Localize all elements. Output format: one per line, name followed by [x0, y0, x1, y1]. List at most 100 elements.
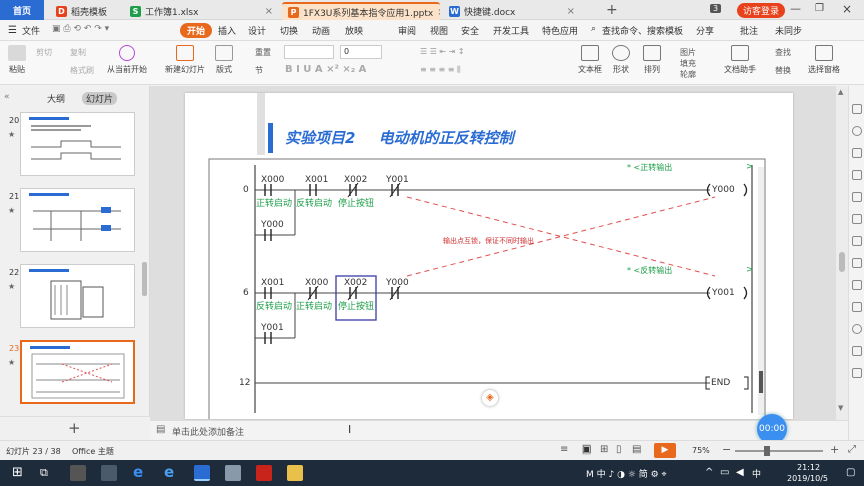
- settings-icon[interactable]: [852, 368, 862, 378]
- tab-review[interactable]: 审阅: [398, 24, 416, 37]
- style-icon[interactable]: [852, 148, 862, 158]
- image-icon[interactable]: [852, 258, 862, 268]
- windows-start-icon[interactable]: ⊞: [12, 465, 23, 480]
- paragraph-icons[interactable]: ☰ ☰ ⇤ ⇥ ↕: [420, 47, 465, 56]
- ime-toolbar[interactable]: M 中 ♪ ◑ ☼ 简 ⚙ ⌖: [586, 467, 667, 480]
- help-icon[interactable]: [852, 324, 862, 334]
- task-view-icon[interactable]: ⧉: [40, 466, 48, 480]
- zoom-slider-handle[interactable]: [764, 446, 770, 456]
- find-button[interactable]: 查找: [775, 47, 791, 58]
- share-icon[interactable]: [852, 346, 862, 356]
- animation-icon[interactable]: [852, 126, 862, 136]
- play-slideshow-button[interactable]: ▶: [654, 443, 676, 458]
- tab-slideshow[interactable]: 放映: [345, 24, 363, 37]
- login-button[interactable]: 访客登录: [737, 3, 786, 18]
- cut-button[interactable]: 剪切: [36, 47, 52, 58]
- new-tab-icon[interactable]: +: [606, 2, 618, 18]
- sync-button[interactable]: 未同步: [775, 24, 802, 37]
- font-family-select[interactable]: [284, 45, 334, 59]
- collapse-icon[interactable]: «: [4, 92, 10, 102]
- tab-pptx[interactable]: P 1FX3U系列基本指令应用1.pptx ×: [282, 2, 440, 20]
- outline-button[interactable]: 轮廓: [680, 69, 696, 80]
- ie-icon[interactable]: e: [164, 463, 174, 481]
- zoom-out-icon[interactable]: −: [722, 443, 731, 456]
- zoom-slider[interactable]: [735, 450, 823, 452]
- canvas-scroll-thumb[interactable]: [839, 252, 845, 272]
- add-slide-button[interactable]: +: [68, 419, 81, 437]
- arrange-button[interactable]: 排列: [643, 45, 661, 75]
- minimize-icon[interactable]: —: [790, 2, 801, 15]
- close-icon[interactable]: ×: [567, 6, 575, 17]
- slide-thumbnail-21[interactable]: [20, 188, 135, 252]
- reading-view-icon[interactable]: ▯: [616, 444, 622, 455]
- property-icon[interactable]: [852, 104, 862, 114]
- tray-chevron-icon[interactable]: ^: [705, 467, 713, 478]
- tab-home[interactable]: 开始: [180, 23, 213, 38]
- slide-thumbnail-22[interactable]: [20, 264, 135, 328]
- slide-sorter-icon[interactable]: ⊞: [600, 444, 608, 455]
- command-search[interactable]: 查找命令、搜索模板: [602, 24, 683, 37]
- tab-view[interactable]: 视图: [430, 24, 448, 37]
- layout-button[interactable]: 版式: [215, 45, 233, 75]
- transition-icon[interactable]: [852, 192, 862, 202]
- magic-icon[interactable]: [852, 170, 862, 180]
- notes-placeholder[interactable]: 单击此处添加备注: [172, 425, 244, 438]
- diagram-scroll-thumb[interactable]: [759, 371, 763, 393]
- bold-icon[interactable]: B I U A ×² ×₂ A: [285, 64, 366, 75]
- menu-icon[interactable]: ☰: [8, 25, 17, 36]
- textbox-button[interactable]: 文本框: [578, 45, 602, 75]
- tab-developer[interactable]: 开发工具: [493, 24, 529, 37]
- font-size-select[interactable]: 0: [340, 45, 382, 59]
- window-close-icon[interactable]: ×: [842, 2, 852, 16]
- tab-docx[interactable]: W 快捷键.docx ×: [443, 2, 581, 20]
- align-icons[interactable]: ≡ ≡ ≡ ≡ ⫼: [420, 65, 461, 75]
- picture-button[interactable]: 图片: [680, 47, 696, 58]
- panel-scrollbar[interactable]: [142, 262, 147, 296]
- backup-icon[interactable]: [852, 302, 862, 312]
- share-button[interactable]: 分享: [696, 24, 714, 37]
- table-icon[interactable]: [852, 214, 862, 224]
- quick-access-icons[interactable]: ▣ ⎙ ⟲ ↶ ↷ ▾: [52, 24, 109, 34]
- zoom-level[interactable]: 75%: [692, 446, 710, 455]
- plc-software-icon[interactable]: [256, 465, 272, 481]
- comment-button[interactable]: 批注: [740, 24, 758, 37]
- volume-icon[interactable]: ◀: [736, 467, 744, 478]
- doc-assistant-button[interactable]: 文档助手: [724, 45, 756, 75]
- shape-button[interactable]: 形状: [612, 45, 630, 75]
- play-from-current-button[interactable]: 从当前开始: [107, 45, 147, 75]
- replace-button[interactable]: 替换: [775, 65, 791, 76]
- format-painter-button[interactable]: 格式刷: [70, 65, 94, 76]
- home-tab[interactable]: 首页: [0, 0, 44, 20]
- maximize-icon[interactable]: ❐: [815, 3, 824, 14]
- tab-daoke[interactable]: D 稻壳模板: [50, 2, 122, 20]
- folder-icon[interactable]: [287, 465, 303, 481]
- fill-button[interactable]: 填充: [680, 58, 696, 69]
- tab-slides[interactable]: 幻灯片: [82, 92, 118, 105]
- normal-view-icon[interactable]: ▣: [582, 444, 592, 455]
- copy-button[interactable]: 复制: [70, 47, 86, 58]
- tab-workbook[interactable]: S 工作簿1.xlsx ×: [124, 2, 279, 20]
- tab-animation[interactable]: 动画: [312, 24, 330, 37]
- scroll-up-icon[interactable]: ▲: [838, 88, 843, 96]
- tab-outline[interactable]: 大纲: [47, 92, 65, 105]
- tab-insert[interactable]: 插入: [218, 24, 236, 37]
- shape-lib-icon[interactable]: [852, 280, 862, 290]
- section-button[interactable]: 节: [255, 65, 263, 76]
- wps-writer-icon[interactable]: [194, 465, 210, 481]
- notes-bar[interactable]: ▤ 单击此处添加备注 I: [150, 420, 848, 440]
- tab-transition[interactable]: 切换: [280, 24, 298, 37]
- notes-toggle-icon[interactable]: ≡: [560, 444, 568, 455]
- tab-file[interactable]: 文件: [22, 24, 40, 37]
- fit-window-icon[interactable]: ⤢: [848, 444, 856, 455]
- notes-page-icon[interactable]: ▤: [632, 444, 641, 455]
- edge-icon[interactable]: e: [133, 463, 143, 481]
- tab-security[interactable]: 安全: [461, 24, 479, 37]
- scroll-down-icon[interactable]: ▼: [838, 404, 843, 412]
- new-slide-button[interactable]: 新建幻灯片: [165, 45, 205, 75]
- tab-design[interactable]: 设计: [248, 24, 266, 37]
- tab-features[interactable]: 特色应用: [542, 24, 578, 37]
- canvas-scrollbar[interactable]: ▲ ▼: [836, 86, 848, 420]
- calculator-icon[interactable]: [70, 465, 86, 481]
- paste-button[interactable]: 粘贴: [8, 45, 26, 75]
- slide-thumbnail-20[interactable]: [20, 112, 135, 176]
